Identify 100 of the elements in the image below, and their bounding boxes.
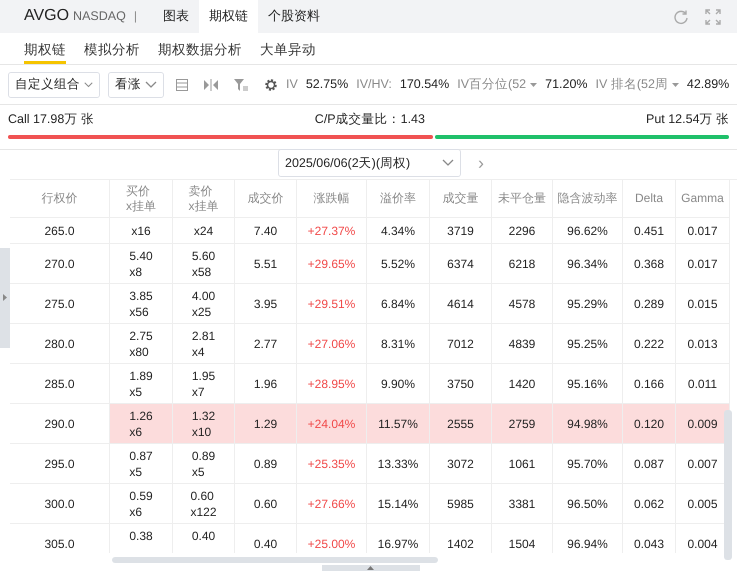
- stat-value: 170.54%: [400, 76, 450, 93]
- table-cell: 4.34%: [367, 218, 430, 244]
- table-cell: 5.52%: [367, 244, 430, 284]
- table-cell: 0.222: [623, 324, 676, 364]
- table-cell: 3381: [492, 484, 553, 524]
- table-cell: x16: [110, 218, 173, 244]
- table-cell: 0.017: [676, 244, 730, 284]
- table-cell: 6374: [430, 244, 492, 284]
- table-cell: 2.81 x4: [173, 324, 235, 364]
- column-header: 未平仓量: [492, 180, 553, 218]
- chevron-down-icon: [145, 80, 157, 88]
- combo-dropdown[interactable]: 自定义组合: [8, 72, 100, 98]
- table-cell: +29.65%: [297, 244, 367, 284]
- table-cell: 295.0: [10, 444, 110, 484]
- side-handle[interactable]: [0, 248, 10, 348]
- table-cell: +24.04%: [297, 404, 367, 444]
- caret-icon[interactable]: [672, 82, 679, 86]
- table-cell: 2296: [492, 218, 553, 244]
- cp-ratio: C/P成交量比：1.43: [314, 111, 425, 128]
- table-cell: 1.32 x10: [173, 404, 235, 444]
- table-cell: 0.451: [623, 218, 676, 244]
- sub-tab[interactable]: 大单异动: [260, 37, 316, 64]
- table-cell: +27.37%: [297, 218, 367, 244]
- column-header: 成交量: [430, 180, 492, 218]
- table-cell: 7012: [430, 324, 492, 364]
- table-cell: 95.29%: [553, 284, 623, 324]
- sub-tab[interactable]: 期权数据分析: [158, 37, 242, 64]
- refresh-icon[interactable]: [673, 8, 689, 24]
- table-cell: 0.013: [676, 324, 730, 364]
- column-header: Gamma: [676, 180, 730, 218]
- table-cell: 0.89: [235, 444, 297, 484]
- symbol-label: AVGO: [24, 6, 70, 26]
- column-header: 成交价: [235, 180, 297, 218]
- column-header: 买价 x挂单: [110, 180, 173, 218]
- table-cell: 15.14%: [367, 484, 430, 524]
- table-cell: 4578: [492, 284, 553, 324]
- direction-dropdown[interactable]: 看涨: [108, 72, 164, 98]
- gear-icon[interactable]: [264, 78, 278, 92]
- caret-icon[interactable]: [530, 82, 538, 86]
- table-cell: 0.59 x6: [110, 484, 173, 524]
- column-header: Delta: [623, 180, 676, 218]
- fullscreen-icon[interactable]: [705, 8, 721, 24]
- column-header: 卖价 x挂单: [173, 180, 235, 218]
- sub-tab[interactable]: 期权链: [24, 37, 66, 64]
- table-cell: 0.062: [623, 484, 676, 524]
- table-cell: 1504: [492, 524, 553, 554]
- table-cell: 285.0: [10, 364, 110, 404]
- column-header: 涨跌幅: [297, 180, 367, 218]
- table-cell: 3.85 x56: [110, 284, 173, 324]
- header-tab[interactable]: 个股资料: [258, 0, 330, 33]
- stat-dropdown[interactable]: IV 排名(52周: [596, 76, 668, 93]
- table-cell: 0.043: [623, 524, 676, 554]
- filter-icon[interactable]: [234, 78, 248, 90]
- sub-tab[interactable]: 模拟分析: [84, 37, 140, 64]
- table-cell: 11.57%: [367, 404, 430, 444]
- table-cell: 4.00 x25: [173, 284, 235, 324]
- table-cell: 2.75 x80: [110, 324, 173, 364]
- split-icon[interactable]: [204, 78, 218, 90]
- caret-up-icon: [367, 566, 374, 570]
- table-cell: 0.087: [623, 444, 676, 484]
- table-cell: 305.0: [10, 524, 110, 554]
- table-cell: 0.009: [676, 404, 730, 444]
- table-cell: 94.98%: [553, 404, 623, 444]
- table-cell: 1.29: [235, 404, 297, 444]
- table-cell: 3719: [430, 218, 492, 244]
- scrollbar-thumb[interactable]: [112, 557, 438, 563]
- table-cell: +29.51%: [297, 284, 367, 324]
- table-cell: 8.31%: [367, 324, 430, 364]
- stat-label: IV/HV:: [356, 76, 392, 93]
- table-cell: 2.77: [235, 324, 297, 364]
- table-cell: 5.40 x8: [110, 244, 173, 284]
- chevron-down-icon: [442, 159, 454, 168]
- collapse-handle[interactable]: [322, 565, 420, 571]
- table-cell: 3072: [430, 444, 492, 484]
- table-cell: 1061: [492, 444, 553, 484]
- header-tab[interactable]: 图表: [152, 0, 199, 33]
- table-cell: 2759: [492, 404, 553, 444]
- table-cell: 0.017: [676, 218, 730, 244]
- table-cell: 0.89 x5: [173, 444, 235, 484]
- table-cell: 0.289: [623, 284, 676, 324]
- table-cell: x24: [173, 218, 235, 244]
- stat-value: 42.89%: [686, 76, 730, 93]
- table-cell: +25.35%: [297, 444, 367, 484]
- separator: |: [134, 8, 137, 24]
- table-cell: 265.0: [10, 218, 110, 244]
- expiry-dropdown[interactable]: 2025/06/06(2天)(周权): [278, 149, 461, 178]
- header-tab[interactable]: 期权链: [198, 0, 258, 33]
- table-icon[interactable]: [176, 78, 188, 90]
- scrollbar-thumb[interactable]: [724, 410, 732, 560]
- table-cell: 5985: [430, 484, 492, 524]
- table-cell: 95.70%: [553, 444, 623, 484]
- table-cell: 0.368: [623, 244, 676, 284]
- caret-right-icon: [3, 294, 7, 301]
- call-volume: Call 17.98万 张: [8, 111, 94, 128]
- exchange-label: NASDAQ: [73, 8, 126, 25]
- stat-dropdown[interactable]: IV百分位(52: [457, 76, 526, 93]
- table-cell: 5.60 x58: [173, 244, 235, 284]
- column-header: 隐含波动率: [553, 180, 623, 218]
- table-cell: +27.06%: [297, 324, 367, 364]
- put-volume: Put 12.54万 张: [646, 111, 729, 128]
